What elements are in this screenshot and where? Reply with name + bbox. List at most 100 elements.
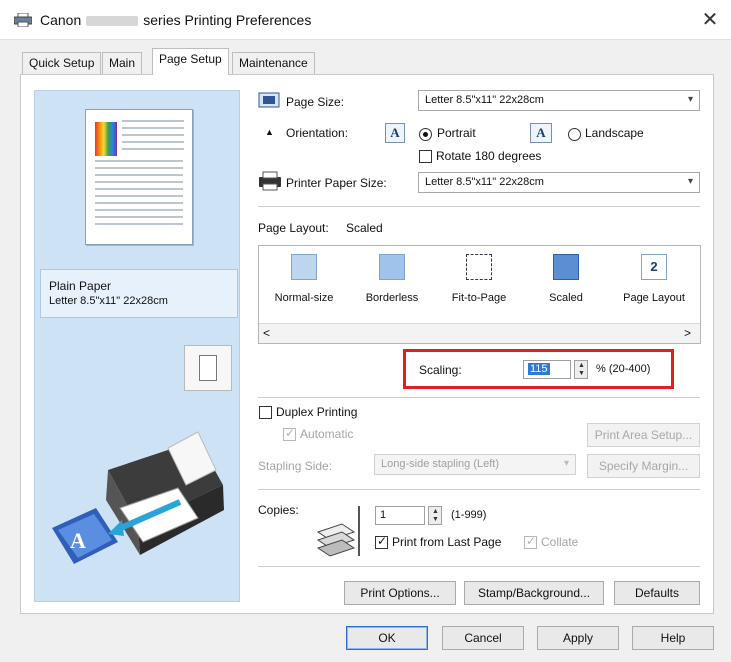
tab-page-setup[interactable]: Page Setup (152, 48, 229, 75)
preview-text-lines (122, 120, 184, 155)
layout-label: Page Layout (623, 292, 685, 304)
media-info: Plain Paper Letter 8.5"x11" 22x28cm (40, 269, 238, 318)
page-layout-value: Scaled (346, 221, 383, 235)
scroll-right-icon[interactable]: > (684, 326, 691, 340)
chevron-down-icon: ▾ (687, 94, 693, 105)
help-button[interactable]: Help (632, 626, 714, 650)
stapling-side-label: Stapling Side: (258, 459, 333, 473)
normal-size-icon (291, 254, 317, 280)
rotate-checkbox[interactable] (419, 150, 432, 163)
defaults-button[interactable]: Defaults (614, 581, 700, 605)
collate-checkbox[interactable] (524, 534, 537, 549)
media-size: Letter 8.5"x11" 22x28cm (49, 295, 168, 307)
separator (258, 397, 700, 398)
title-suffix: series Printing Preferences (143, 12, 312, 28)
scaling-range: % (20-400) (596, 363, 651, 375)
scaling-input[interactable]: 115 (523, 360, 571, 379)
specify-margin-button[interactable]: Specify Margin... (587, 454, 700, 478)
copies-order-icon (358, 506, 366, 556)
page-icon (199, 355, 217, 381)
media-type: Plain Paper (49, 279, 112, 293)
page-size-label: Page Size: (286, 95, 345, 109)
layout-page-layout[interactable]: 2 Page Layout (616, 254, 692, 304)
expand-arrow-icon: ▲ (265, 127, 274, 137)
layout-label: Normal-size (274, 292, 334, 304)
printer-paper-icon (259, 171, 281, 191)
layout-label: Borderless (365, 292, 419, 304)
printer-illustration-icon: A (52, 431, 224, 564)
title-prefix: Canon (40, 12, 82, 28)
svg-text:A: A (70, 528, 86, 553)
copies-label: Copies: (258, 503, 299, 517)
page-layout-icon: 2 (641, 254, 667, 280)
automatic-label: Automatic (300, 427, 354, 441)
printer-icon (14, 13, 32, 27)
cancel-button[interactable]: Cancel (442, 626, 524, 650)
print-from-last-checkbox[interactable] (375, 534, 388, 549)
print-options-button[interactable]: Print Options... (344, 581, 456, 605)
print-from-last-label: Print from Last Page (392, 535, 502, 549)
landscape-radio[interactable] (568, 128, 581, 141)
redacted-model (86, 16, 139, 27)
landscape-label: Landscape (585, 126, 644, 140)
printer-paper-size-label: Printer Paper Size: (286, 176, 387, 190)
fit-to-page-icon (466, 254, 492, 280)
portrait-icon: A (385, 123, 405, 143)
orientation-label: Orientation: (286, 126, 349, 140)
layout-label: Scaled (549, 292, 583, 304)
ok-button[interactable]: OK (346, 626, 428, 650)
window-title: Canon series Printing Preferences (40, 12, 311, 28)
layout-scaled[interactable]: Scaled (528, 254, 604, 304)
scaling-value: 115 (528, 363, 550, 375)
spin-down-icon[interactable]: ▼ (578, 370, 585, 378)
spin-down-icon[interactable]: ▼ (432, 516, 439, 524)
page-size-icon (258, 92, 280, 108)
scaling-spinner[interactable]: ▲ ▼ (574, 360, 588, 379)
chevron-down-icon: ▾ (687, 176, 693, 187)
printer-paper-size-select[interactable]: Letter 8.5"x11" 22x28cm ▾ (418, 172, 700, 193)
copies-value: 1 (380, 509, 387, 521)
separator (258, 566, 700, 567)
portrait-radio[interactable] (419, 128, 432, 141)
separator (258, 206, 700, 207)
print-area-setup-button[interactable]: Print Area Setup... (587, 423, 700, 447)
copies-stack-icon (316, 523, 356, 557)
automatic-checkbox[interactable] (283, 426, 296, 441)
separator (258, 489, 700, 490)
scroll-left-icon[interactable]: < (263, 326, 270, 340)
stapling-side-value: Long-side stapling (Left) (381, 458, 500, 470)
tab-quick-setup[interactable]: Quick Setup (22, 52, 102, 74)
layout-fit-to-page[interactable]: Fit-to-Page (441, 254, 517, 304)
layout-label: Fit-to-Page (451, 292, 507, 304)
layout-borderless[interactable]: Borderless (354, 254, 430, 304)
printer-paper-size-value: Letter 8.5"x11" 22x28cm (425, 176, 544, 188)
borderless-icon (379, 254, 405, 280)
apply-button[interactable]: Apply (537, 626, 619, 650)
preview-page (85, 109, 193, 245)
copies-spinner[interactable]: ▲ ▼ (428, 506, 442, 525)
page-layout-label: Page Layout: (258, 221, 329, 235)
spin-up-icon[interactable]: ▲ (578, 362, 585, 370)
rotate-label: Rotate 180 degrees (436, 149, 542, 163)
stapling-side-select[interactable]: Long-side stapling (Left) ▾ (374, 454, 576, 475)
page-size-value: Letter 8.5"x11" 22x28cm (425, 94, 544, 106)
stamp-background-button[interactable]: Stamp/Background... (464, 581, 604, 605)
scaled-icon (553, 254, 579, 280)
portrait-label: Portrait (437, 126, 476, 140)
spin-up-icon[interactable]: ▲ (432, 508, 439, 516)
copies-input[interactable]: 1 (375, 506, 425, 525)
landscape-icon: A (530, 123, 552, 143)
duplex-checkbox[interactable] (259, 406, 272, 419)
preview-text-lines-lower (95, 160, 183, 230)
copies-range: (1-999) (451, 509, 487, 521)
duplex-label: Duplex Printing (276, 405, 358, 419)
tab-maintenance[interactable]: Maintenance (232, 52, 315, 74)
page-preview-button[interactable] (184, 345, 232, 391)
close-button[interactable]: ✕ (698, 8, 722, 32)
layout-normal-size[interactable]: Normal-size (266, 254, 342, 304)
tab-main[interactable]: Main (102, 52, 143, 74)
preview-color-bar (95, 122, 117, 156)
scaling-label: Scaling: (419, 363, 462, 377)
layout-scrollbar[interactable]: < > (259, 323, 700, 343)
page-size-select[interactable]: Letter 8.5"x11" 22x28cm ▾ (418, 90, 700, 111)
